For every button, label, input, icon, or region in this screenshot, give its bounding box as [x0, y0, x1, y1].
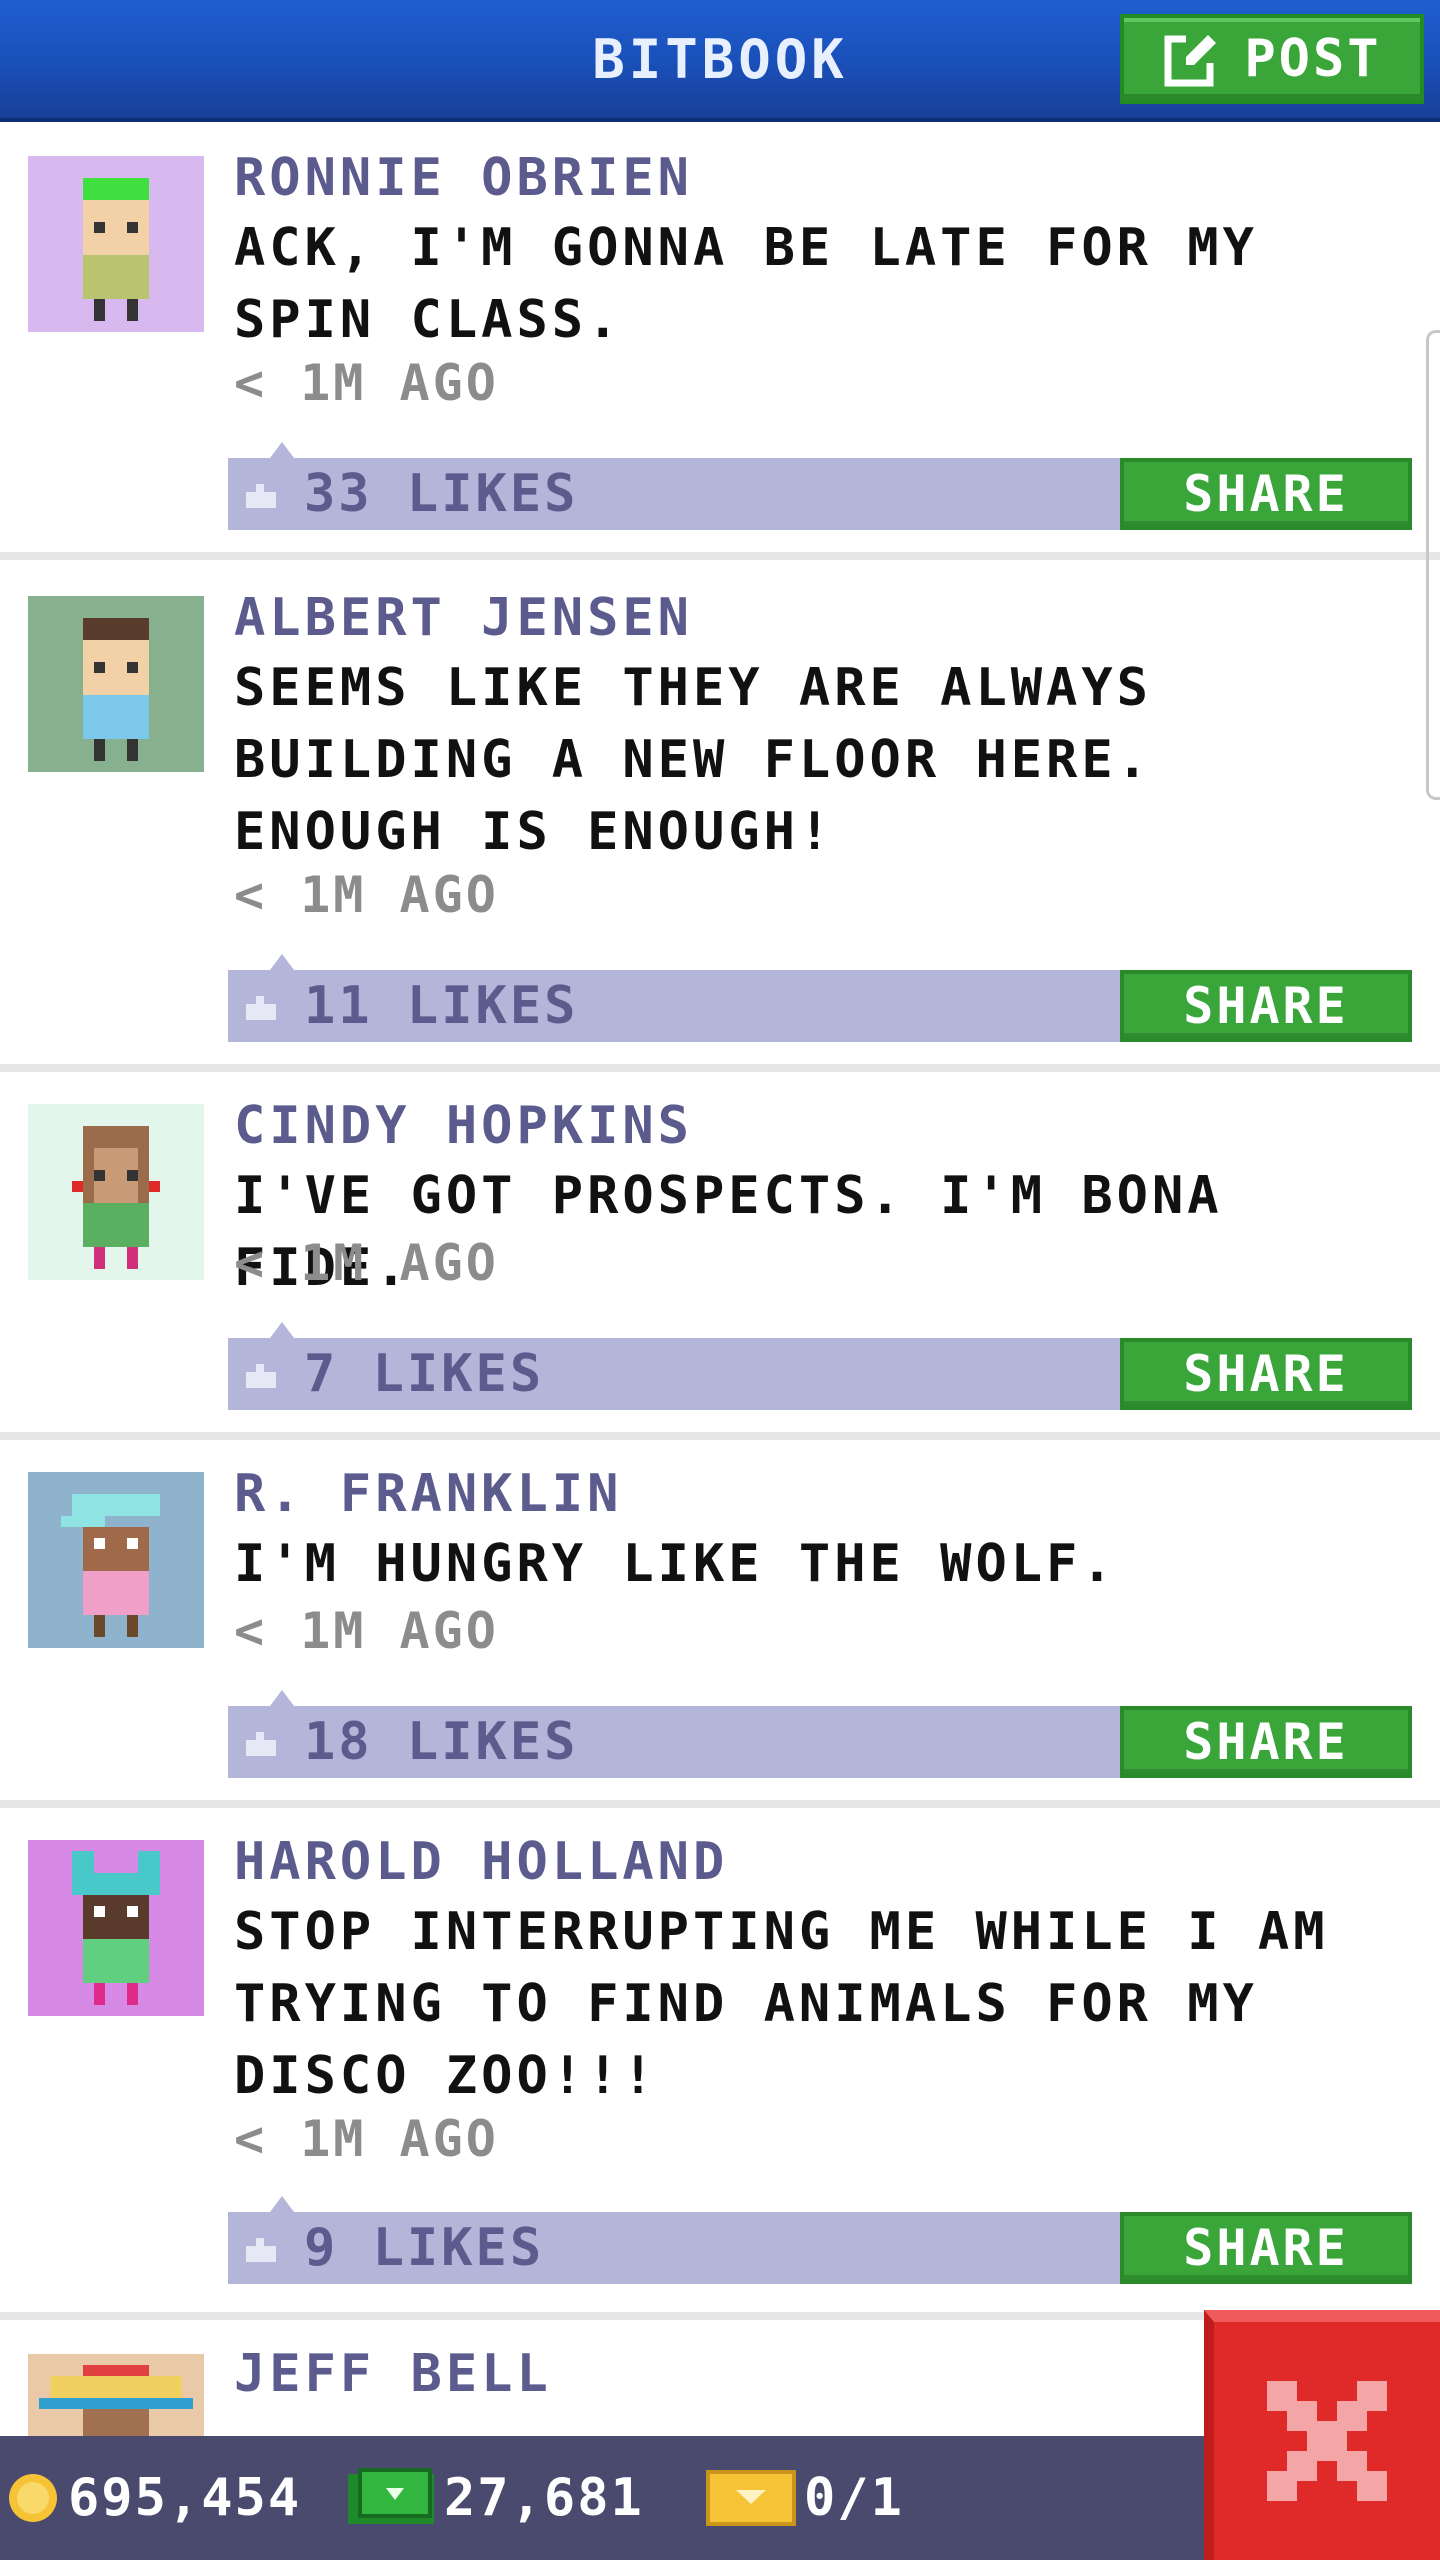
likes-count: 33 LIKES [304, 464, 579, 524]
likes-count: 18 LIKES [304, 1712, 579, 1772]
bux-icon [348, 2468, 434, 2524]
feed-post: HAROLD HOLLAND STOP INTERRUPTING ME WHIL… [0, 1808, 1440, 2320]
post-divider [0, 1800, 1440, 1808]
post-message: ACK, I'M GONNA BE LATE FOR MY SPIN CLASS… [234, 218, 1258, 350]
post-time: < 1M AGO [234, 866, 499, 924]
feed-post: RONNIE OBRIEN ACK, I'M GONNA BE LATE FOR… [0, 122, 1440, 560]
likes-count: 7 LIKES [304, 1344, 545, 1404]
post-author[interactable]: R. FRANKLIN [234, 1464, 622, 1524]
avatar [28, 156, 204, 332]
avatar [28, 1472, 204, 1648]
feed-post: ALBERT JENSEN SEEMS LIKE THEY ARE ALWAYS… [0, 560, 1440, 1072]
likes-bar: 7 LIKES SHARE [228, 1322, 1412, 1410]
post-author[interactable]: RONNIE OBRIEN [234, 148, 693, 208]
thumbs-up-icon [246, 1732, 276, 1756]
bux-display: 27,681 [346, 2436, 644, 2560]
share-button[interactable]: SHARE [1120, 1706, 1412, 1778]
share-button[interactable]: SHARE [1120, 1338, 1412, 1410]
post-divider [0, 1432, 1440, 1440]
likes-bar: 33 LIKES SHARE [228, 442, 1412, 530]
avatar [28, 1840, 204, 2016]
share-button[interactable]: SHARE [1120, 970, 1412, 1042]
post-author[interactable]: CINDY HOPKINS [234, 1096, 693, 1156]
post-message: STOP INTERRUPTING ME WHILE I AM TRYING T… [234, 1902, 1329, 2106]
coins-display: 695,454 [6, 2436, 301, 2560]
close-button[interactable] [1204, 2310, 1440, 2560]
thumbs-up-icon [246, 1364, 276, 1388]
likes-count: 11 LIKES [304, 976, 579, 1036]
thumbs-up-icon [246, 996, 276, 1020]
post-message: SEEMS LIKE THEY ARE ALWAYS BUILDING A NE… [234, 658, 1152, 862]
tickets-display: 0/1 [706, 2436, 904, 2560]
post-author[interactable]: HAROLD HOLLAND [234, 1832, 728, 1892]
ticket-icon [706, 2470, 796, 2526]
post-author[interactable]: JEFF BELL [234, 2344, 552, 2404]
avatar [28, 1104, 204, 1280]
close-icon [1267, 2381, 1387, 2501]
post-message: I'M HUNGRY LIKE THE WOLF. [234, 1534, 1117, 1594]
post-author[interactable]: ALBERT JENSEN [234, 588, 693, 648]
likes-bar: 18 LIKES SHARE [228, 1690, 1412, 1778]
feed-post: R. FRANKLIN I'M HUNGRY LIKE THE WOLF. < … [0, 1440, 1440, 1808]
header-bar: BITBOOK POST [0, 0, 1440, 122]
likes-count: 9 LIKES [304, 2218, 545, 2278]
coins-amount: 695,454 [68, 2468, 302, 2528]
post-time: < 1M AGO [234, 1234, 499, 1292]
compose-icon [1162, 29, 1222, 89]
thumbs-up-icon [246, 2238, 276, 2262]
share-button[interactable]: SHARE [1120, 2212, 1412, 2284]
post-button-label: POST [1244, 29, 1382, 89]
share-button[interactable]: SHARE [1120, 458, 1412, 530]
bux-amount: 27,681 [444, 2468, 644, 2528]
post-button[interactable]: POST [1120, 14, 1424, 104]
post-divider [0, 552, 1440, 560]
post-time: < 1M AGO [234, 354, 499, 412]
thumbs-up-icon [246, 484, 276, 508]
coin-icon [9, 2474, 57, 2522]
post-time: < 1M AGO [234, 2110, 499, 2168]
avatar [28, 596, 204, 772]
post-time: < 1M AGO [234, 1602, 499, 1660]
scrollbar[interactable] [1426, 330, 1440, 800]
feed-post: CINDY HOPKINS I'VE GOT PROSPECTS. I'M BO… [0, 1072, 1440, 1440]
post-divider [0, 1064, 1440, 1072]
tickets-count: 0/1 [804, 2468, 904, 2528]
likes-bar: 9 LIKES SHARE [228, 2196, 1412, 2284]
likes-bar: 11 LIKES SHARE [228, 954, 1412, 1042]
